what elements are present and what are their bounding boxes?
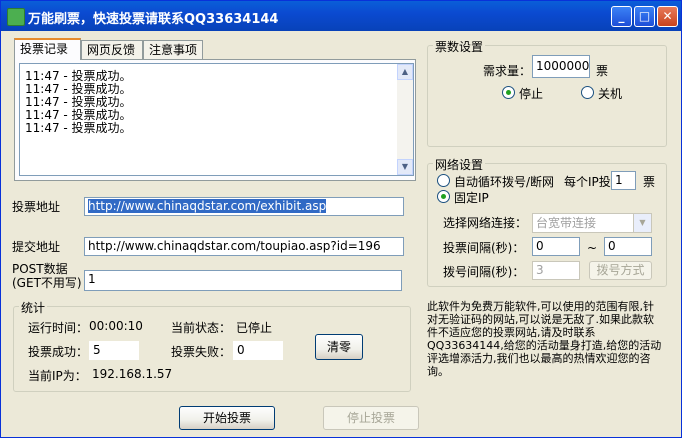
tab-vote-log[interactable]: 投票记录 [14, 38, 81, 60]
minimize-button[interactable]: _ [611, 6, 632, 27]
stop-vote-button[interactable]: 停止投票 [323, 406, 419, 430]
fixed-ip-radio[interactable] [437, 190, 450, 203]
auto-dial-radio[interactable] [437, 174, 450, 187]
ip-label: 当前IP为： [28, 369, 87, 383]
connection-label: 选择网络连接： [443, 216, 528, 230]
close-button[interactable]: ✕ [657, 6, 678, 27]
title-bar[interactable]: 万能刷票，快速投票请联系QQ33634144 _ □ ✕ [1, 1, 681, 31]
dial-mode-button[interactable]: 拨号方式 [589, 261, 652, 280]
runtime-label: 运行时间： [28, 321, 89, 335]
auto-dial-label: 自动循环拨号/断网 [454, 175, 555, 189]
start-vote-button[interactable]: 开始投票 [179, 406, 275, 430]
app-window: 万能刷票，快速投票请联系QQ33634144 _ □ ✕ 投票记录 网页反馈 注… [0, 0, 682, 438]
scroll-up-icon[interactable]: ▲ [397, 64, 413, 80]
chevron-down-icon[interactable]: ▼ [633, 214, 651, 232]
stats-title: 统计 [19, 299, 48, 316]
demand-input[interactable]: 1000000 [532, 55, 590, 78]
maximize-button[interactable]: □ [634, 6, 655, 27]
tab-panel: 11:47 - 投票成功。 11:47 - 投票成功。 11:47 - 投票成功… [14, 59, 416, 181]
interval-separator: ~ [587, 241, 598, 255]
fail-label: 投票失败： [171, 345, 232, 359]
dial-interval-input[interactable]: 3 [532, 261, 580, 280]
per-ip-label: 每个IP投 [564, 175, 611, 189]
shutdown-radio-label: 关机 [598, 87, 623, 101]
submit-url-input[interactable]: http://www.chinaqdstar.com/toupiao.asp?i… [84, 237, 404, 256]
stop-radio[interactable] [502, 86, 515, 99]
connection-value: 台宽带连接 [536, 216, 597, 230]
log-line: 11:47 - 投票成功。 [25, 121, 132, 135]
votes-settings-title: 票数设置 [433, 38, 486, 55]
shutdown-radio[interactable] [581, 86, 594, 99]
ip-value: 192.168.1.57 [92, 367, 173, 381]
tab-page-feedback[interactable]: 网页反馈 [81, 40, 143, 59]
interval-from-input[interactable]: 0 [532, 237, 580, 256]
info-text: 此软件为免费万能软件,可以使用的范围有限,针对无验证码的网站,可以说是无敌了.如… [427, 300, 662, 378]
window-title: 万能刷票，快速投票请联系QQ33634144 [28, 12, 279, 27]
log-scrollbar[interactable]: ▲ ▼ [397, 64, 413, 175]
minimize-icon: _ [618, 9, 625, 23]
per-ip-input[interactable]: 1 [611, 171, 636, 190]
runtime-value: 00:00:10 [89, 319, 143, 333]
post-data-label-line2: (GET不用写) [12, 276, 82, 290]
per-ip-unit: 票 [643, 175, 656, 189]
post-data-input[interactable]: 1 [84, 270, 402, 291]
status-value: 已停止 [236, 321, 273, 335]
interval-to-input[interactable]: 0 [604, 237, 652, 256]
interval-label: 投票间隔(秒)： [443, 241, 525, 255]
success-label: 投票成功： [28, 345, 89, 359]
status-label: 当前状态： [171, 321, 232, 335]
dial-interval-label: 拨号间隔(秒)： [443, 265, 525, 279]
post-data-label-line1: POST数据 [12, 262, 68, 276]
demand-label: 需求量： [483, 64, 532, 78]
submit-url-label: 提交地址 [12, 240, 61, 254]
app-icon [7, 8, 25, 26]
vote-log-list[interactable]: 11:47 - 投票成功。 11:47 - 投票成功。 11:47 - 投票成功… [19, 63, 414, 176]
stop-radio-label: 停止 [519, 87, 544, 101]
network-settings-title: 网络设置 [433, 156, 486, 173]
success-count: 5 [89, 341, 139, 360]
demand-unit: 票 [596, 64, 609, 78]
vote-url-label: 投票地址 [12, 200, 61, 214]
connection-select[interactable]: 台宽带连接 ▼ [532, 213, 652, 233]
close-icon: ✕ [662, 9, 673, 23]
tab-notes[interactable]: 注意事项 [143, 40, 203, 59]
vote-url-value: http://www.chinaqdstar.com/exhibit.asp [88, 199, 327, 213]
fixed-ip-label: 固定IP [454, 191, 489, 205]
post-data-label: POST数据 (GET不用写) [12, 262, 82, 290]
scroll-down-icon[interactable]: ▼ [397, 159, 413, 175]
vote-url-input[interactable]: http://www.chinaqdstar.com/exhibit.asp [84, 197, 404, 216]
fail-count: 0 [233, 341, 283, 360]
clear-button[interactable]: 清零 [315, 334, 363, 360]
maximize-icon: □ [638, 9, 651, 23]
